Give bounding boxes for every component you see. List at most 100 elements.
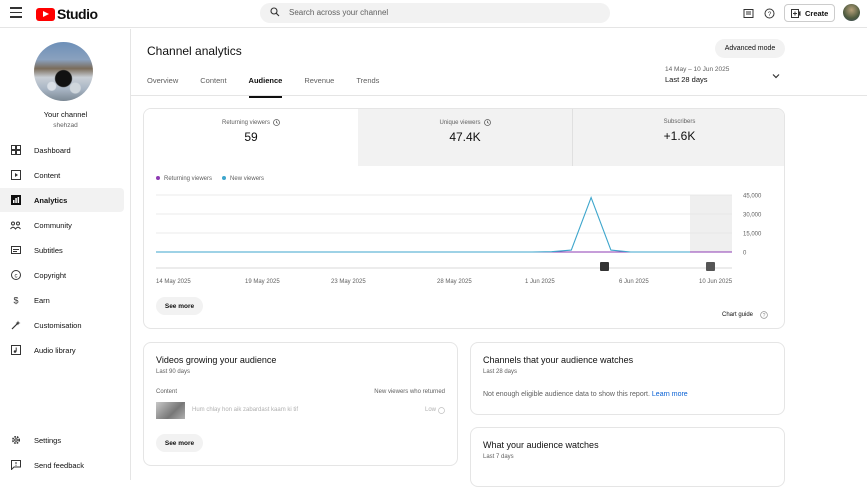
y-tick-label: 0 — [743, 251, 747, 257]
sidebar-item-community[interactable]: Community — [0, 213, 124, 237]
chevron-down-icon[interactable] — [772, 72, 780, 80]
metric-value: +1.6K — [663, 129, 696, 143]
channel-name[interactable]: Your channel — [0, 110, 131, 119]
date-range-picker[interactable]: 14 May – 10 Jun 2025 Last 28 days — [665, 66, 729, 84]
metric-value: 47.4K — [449, 130, 481, 144]
sidebar-item-label: Content — [34, 170, 61, 180]
y-tick-label: 15,000 — [743, 232, 762, 238]
no-data-message: Not enough eligible audience data to sho… — [483, 391, 688, 398]
help-icon[interactable]: ? — [760, 311, 768, 319]
channel-handle: shehzad — [53, 122, 78, 129]
metric-unique-viewers[interactable]: Unique viewers 47.4K — [358, 109, 572, 166]
metric-label: Returning viewers — [221, 119, 271, 126]
sidebar-item-earn[interactable]: $ Earn — [0, 288, 124, 312]
video-thumbnail[interactable] — [156, 402, 185, 419]
x-tick-label: 28 May 2025 — [437, 279, 472, 285]
chart-guide-link[interactable]: Chart guide — [722, 312, 753, 318]
analytics-icon — [10, 195, 21, 206]
copyright-icon: c — [10, 270, 21, 281]
divider — [131, 95, 867, 96]
metric-subscribers[interactable]: Subscribers +1.6K — [572, 109, 784, 166]
help-icon[interactable]: ? — [764, 8, 775, 19]
chart-guide-label: Chart guide — [722, 312, 754, 318]
sidebar-item-label: Customisation — [34, 320, 82, 330]
earn-icon: $ — [10, 295, 21, 306]
customisation-icon — [10, 320, 21, 331]
see-more-button[interactable]: See more — [156, 434, 203, 452]
series-line — [156, 195, 690, 253]
create-video-icon — [791, 8, 801, 18]
metric-value: 59 — [244, 130, 258, 144]
card-title: Videos growing your audience — [156, 355, 277, 365]
x-tick-label: 14 May 2025 — [156, 279, 191, 285]
sidebar-item-audio-library[interactable]: Audio library — [0, 338, 124, 362]
svg-text:?: ? — [763, 313, 766, 319]
dashboard-icon — [10, 145, 21, 156]
sidebar-item-label: Send feedback — [34, 460, 85, 470]
sidebar-item-send-feedback[interactable]: Send feedback — [0, 453, 124, 477]
info-icon[interactable] — [438, 407, 445, 414]
y-tick-label: 30,000 — [743, 213, 762, 219]
video-value: Low — [424, 407, 436, 413]
youtube-logo-icon — [36, 7, 55, 21]
video-title[interactable]: Hum chlay hon aik zabardast kaam ki tif — [192, 407, 298, 413]
x-tick-label: 23 May 2025 — [331, 279, 366, 285]
search-input[interactable]: Search across your channel — [289, 8, 388, 17]
sidebar-item-label: Earn — [34, 295, 50, 305]
create-label: Create — [805, 8, 829, 18]
svg-text:?: ? — [768, 11, 772, 18]
x-tick-label: 6 Jun 2025 — [619, 279, 649, 285]
card-title: What your audience watches — [483, 440, 599, 450]
column-header-metric: New viewers who returned — [374, 389, 445, 395]
feedback-icon — [10, 460, 21, 471]
metric-returning-viewers[interactable]: Returning viewers 59 — [144, 109, 358, 166]
sidebar-item-customisation[interactable]: Customisation — [0, 313, 124, 337]
video-marker-icon[interactable] — [706, 262, 715, 271]
clock-icon — [273, 119, 280, 126]
legend-item: New viewers — [222, 176, 264, 182]
metric-label: Subscribers — [663, 119, 696, 125]
account-avatar[interactable] — [843, 4, 860, 21]
video-marker-icon[interactable] — [600, 262, 609, 271]
audience-overview-card: Returning viewers 59 Unique viewers 47.4… — [143, 108, 785, 329]
sidebar-item-subtitles[interactable]: Subtitles — [0, 238, 124, 262]
x-tick-label: 19 May 2025 — [245, 279, 280, 285]
what-audience-watches-card: What your audience watches Last 7 days — [470, 427, 785, 487]
legend-dot — [222, 176, 227, 181]
legend-dot — [156, 176, 160, 181]
card-title: Channels that your audience watches — [483, 355, 634, 365]
metric-label: Unique viewers — [439, 119, 481, 126]
community-icon — [10, 220, 21, 231]
channel-avatar[interactable] — [34, 42, 93, 101]
sidebar-item-settings[interactable]: Settings — [0, 428, 124, 452]
svg-text:c: c — [14, 273, 17, 279]
settings-icon — [10, 435, 21, 446]
sidebar-item-label: Subtitles — [34, 245, 63, 255]
learn-more-link[interactable]: Learn more — [652, 391, 688, 398]
sidebar-item-analytics[interactable]: Analytics — [0, 188, 124, 212]
search-bar[interactable]: Search across your channel — [260, 3, 610, 23]
content-icon — [10, 170, 21, 181]
logo-text: Studio — [57, 6, 98, 22]
x-tick-label: 10 Jun 2025 — [699, 279, 733, 285]
menu-icon[interactable] — [10, 7, 22, 19]
page-title: Channel analytics — [147, 44, 242, 58]
see-more-button[interactable]: See more — [156, 297, 203, 315]
top-bar: Studio Search across your channel ? Crea… — [0, 0, 867, 28]
sidebar-item-label: Settings — [34, 435, 62, 445]
svg-text:$: $ — [13, 296, 18, 306]
card-subtitle: Last 90 days — [156, 369, 191, 375]
chart-legend: Returning viewers New viewers — [156, 176, 264, 182]
viewers-line-chart[interactable]: 45,000 30,000 15,000 0 14 May 2025 19 May 202… — [144, 187, 784, 297]
sidebar-item-copyright[interactable]: c Copyright — [0, 263, 124, 287]
sidebar-item-content[interactable]: Content — [0, 163, 124, 187]
create-button[interactable]: Create — [784, 4, 835, 22]
search-icon — [270, 7, 280, 17]
caption-icon[interactable] — [743, 8, 754, 19]
column-header-content: Content — [156, 389, 178, 395]
studio-logo[interactable]: Studio — [36, 6, 98, 22]
partial-period-shade — [690, 195, 732, 252]
channels-audience-watches-card: Channels that your audience watches Last… — [470, 342, 785, 415]
sidebar-item-dashboard[interactable]: Dashboard — [0, 138, 124, 162]
advanced-mode-button[interactable]: Advanced mode — [715, 39, 785, 58]
